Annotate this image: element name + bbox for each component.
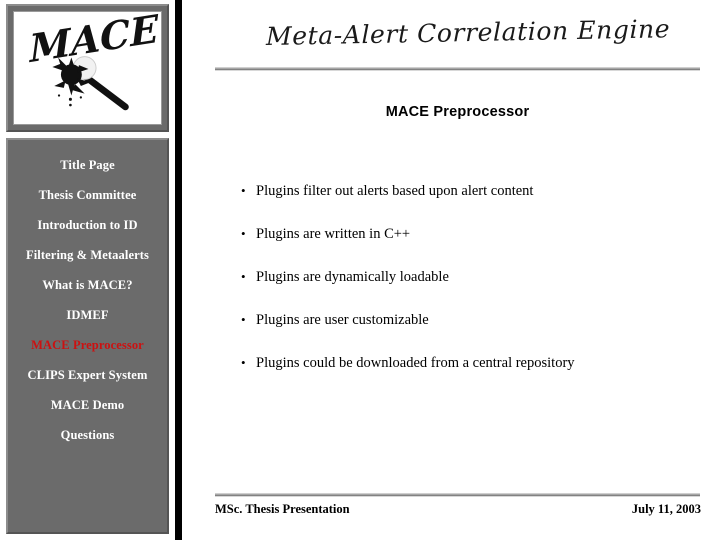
bullet-list: • Plugins filter out alerts based upon a… — [238, 182, 708, 397]
presentation-slide: MACE Title Page Thesis Committee Introdu… — [0, 0, 720, 540]
mace-speck-icon — [57, 94, 82, 107]
sidebar-item-mace-demo[interactable]: MACE Demo — [8, 398, 167, 412]
sidebar-item-questions[interactable]: Questions — [8, 428, 167, 442]
list-item-text: Plugins could be downloaded from a centr… — [256, 355, 575, 371]
sidebar-item-what-is-mace[interactable]: What is MACE? — [8, 278, 167, 292]
bullet-dot-icon: • — [241, 312, 246, 327]
bullet-dot-icon: • — [241, 183, 246, 198]
header-divider-rule — [215, 67, 700, 71]
sidebar-item-filtering-and-metaalerts[interactable]: Filtering & Metaalerts — [8, 248, 167, 262]
sidebar-item-thesis-committee[interactable]: Thesis Committee — [8, 188, 167, 202]
list-item: • Plugins filter out alerts based upon a… — [238, 182, 708, 200]
list-item-text: Plugins filter out alerts based upon ale… — [256, 183, 534, 199]
sidebar-item-mace-preprocessor[interactable]: MACE Preprocessor — [8, 338, 167, 352]
footer-divider-rule — [215, 493, 700, 497]
bullet-dot-icon: • — [241, 226, 246, 241]
list-item-text: Plugins are dynamically loadable — [256, 269, 449, 285]
nav-divider-strip — [175, 0, 182, 540]
sidebar-item-introduction-to-id[interactable]: Introduction to ID — [8, 218, 167, 232]
list-item-text: Plugins are user customizable — [256, 312, 429, 328]
list-item: • Plugins are dynamically loadable — [238, 268, 708, 286]
sidebar-item-idmef[interactable]: IDMEF — [8, 308, 167, 322]
list-item: • Plugins could be downloaded from a cen… — [238, 354, 708, 372]
sidebar-menu: Title Page Thesis Committee Introduction… — [6, 138, 169, 534]
mace-logo-art: MACE — [26, 12, 161, 111]
header-title: Meta-Alert Correlation Engine — [266, 14, 671, 51]
sidebar-item-title-page[interactable]: Title Page — [8, 158, 167, 172]
navigation-frame: MACE Title Page Thesis Committee Introdu… — [0, 0, 182, 540]
bullet-dot-icon: • — [241, 355, 246, 370]
logo-panel: MACE — [6, 4, 169, 132]
bullet-dot-icon: • — [241, 269, 246, 284]
list-item: • Plugins are written in C++ — [238, 225, 708, 243]
logo-image: MACE — [13, 11, 162, 125]
sidebar-item-clips-expert-system[interactable]: CLIPS Expert System — [8, 368, 167, 382]
footer-right-text: July 11, 2003 — [631, 502, 701, 516]
footer-left-text: MSc. Thesis Presentation — [215, 502, 350, 516]
list-item: • Plugins are user customizable — [238, 311, 708, 329]
page-title: MACE Preprocessor — [385, 104, 530, 120]
list-item-text: Plugins are written in C++ — [256, 226, 411, 242]
